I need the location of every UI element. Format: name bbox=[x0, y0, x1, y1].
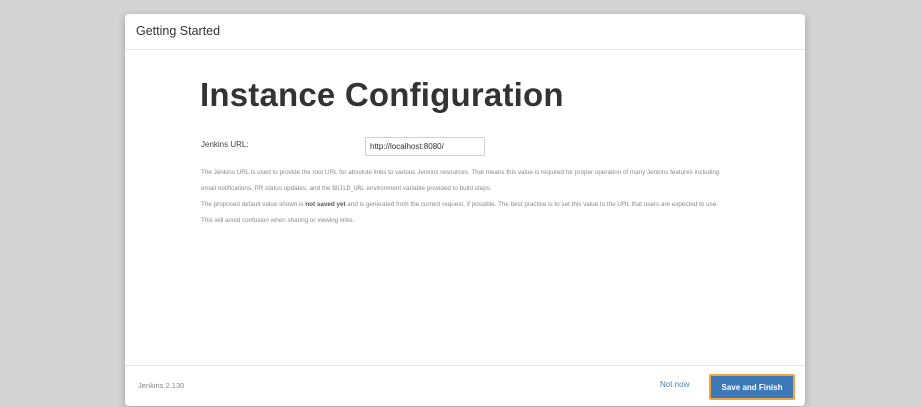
dialog-footer: Jenkins 2.130 Not now Save and Finish bbox=[125, 365, 805, 406]
dialog-header: Getting Started bbox=[125, 14, 805, 50]
page-heading: Instance Configuration bbox=[200, 76, 564, 113]
help-text: The Jenkins URL is used to provide the r… bbox=[201, 165, 731, 229]
setup-wizard-dialog: Getting Started Instance Configuration J… bbox=[125, 14, 805, 406]
not-saved-emphasis: not saved yet bbox=[305, 201, 346, 208]
help-paragraph-2: The proposed default value shown is not … bbox=[201, 201, 718, 224]
jenkins-url-input[interactable] bbox=[365, 137, 485, 156]
not-now-link[interactable]: Not now bbox=[660, 380, 689, 389]
save-and-finish-button[interactable]: Save and Finish bbox=[709, 374, 795, 400]
help-paragraph-1: The Jenkins URL is used to provide the r… bbox=[201, 169, 720, 192]
build-url-code: BUILD_URL bbox=[332, 185, 365, 192]
jenkins-url-label: Jenkins URL: bbox=[201, 140, 249, 149]
version-label: Jenkins 2.130 bbox=[138, 381, 185, 390]
dialog-title: Getting Started bbox=[136, 24, 221, 38]
